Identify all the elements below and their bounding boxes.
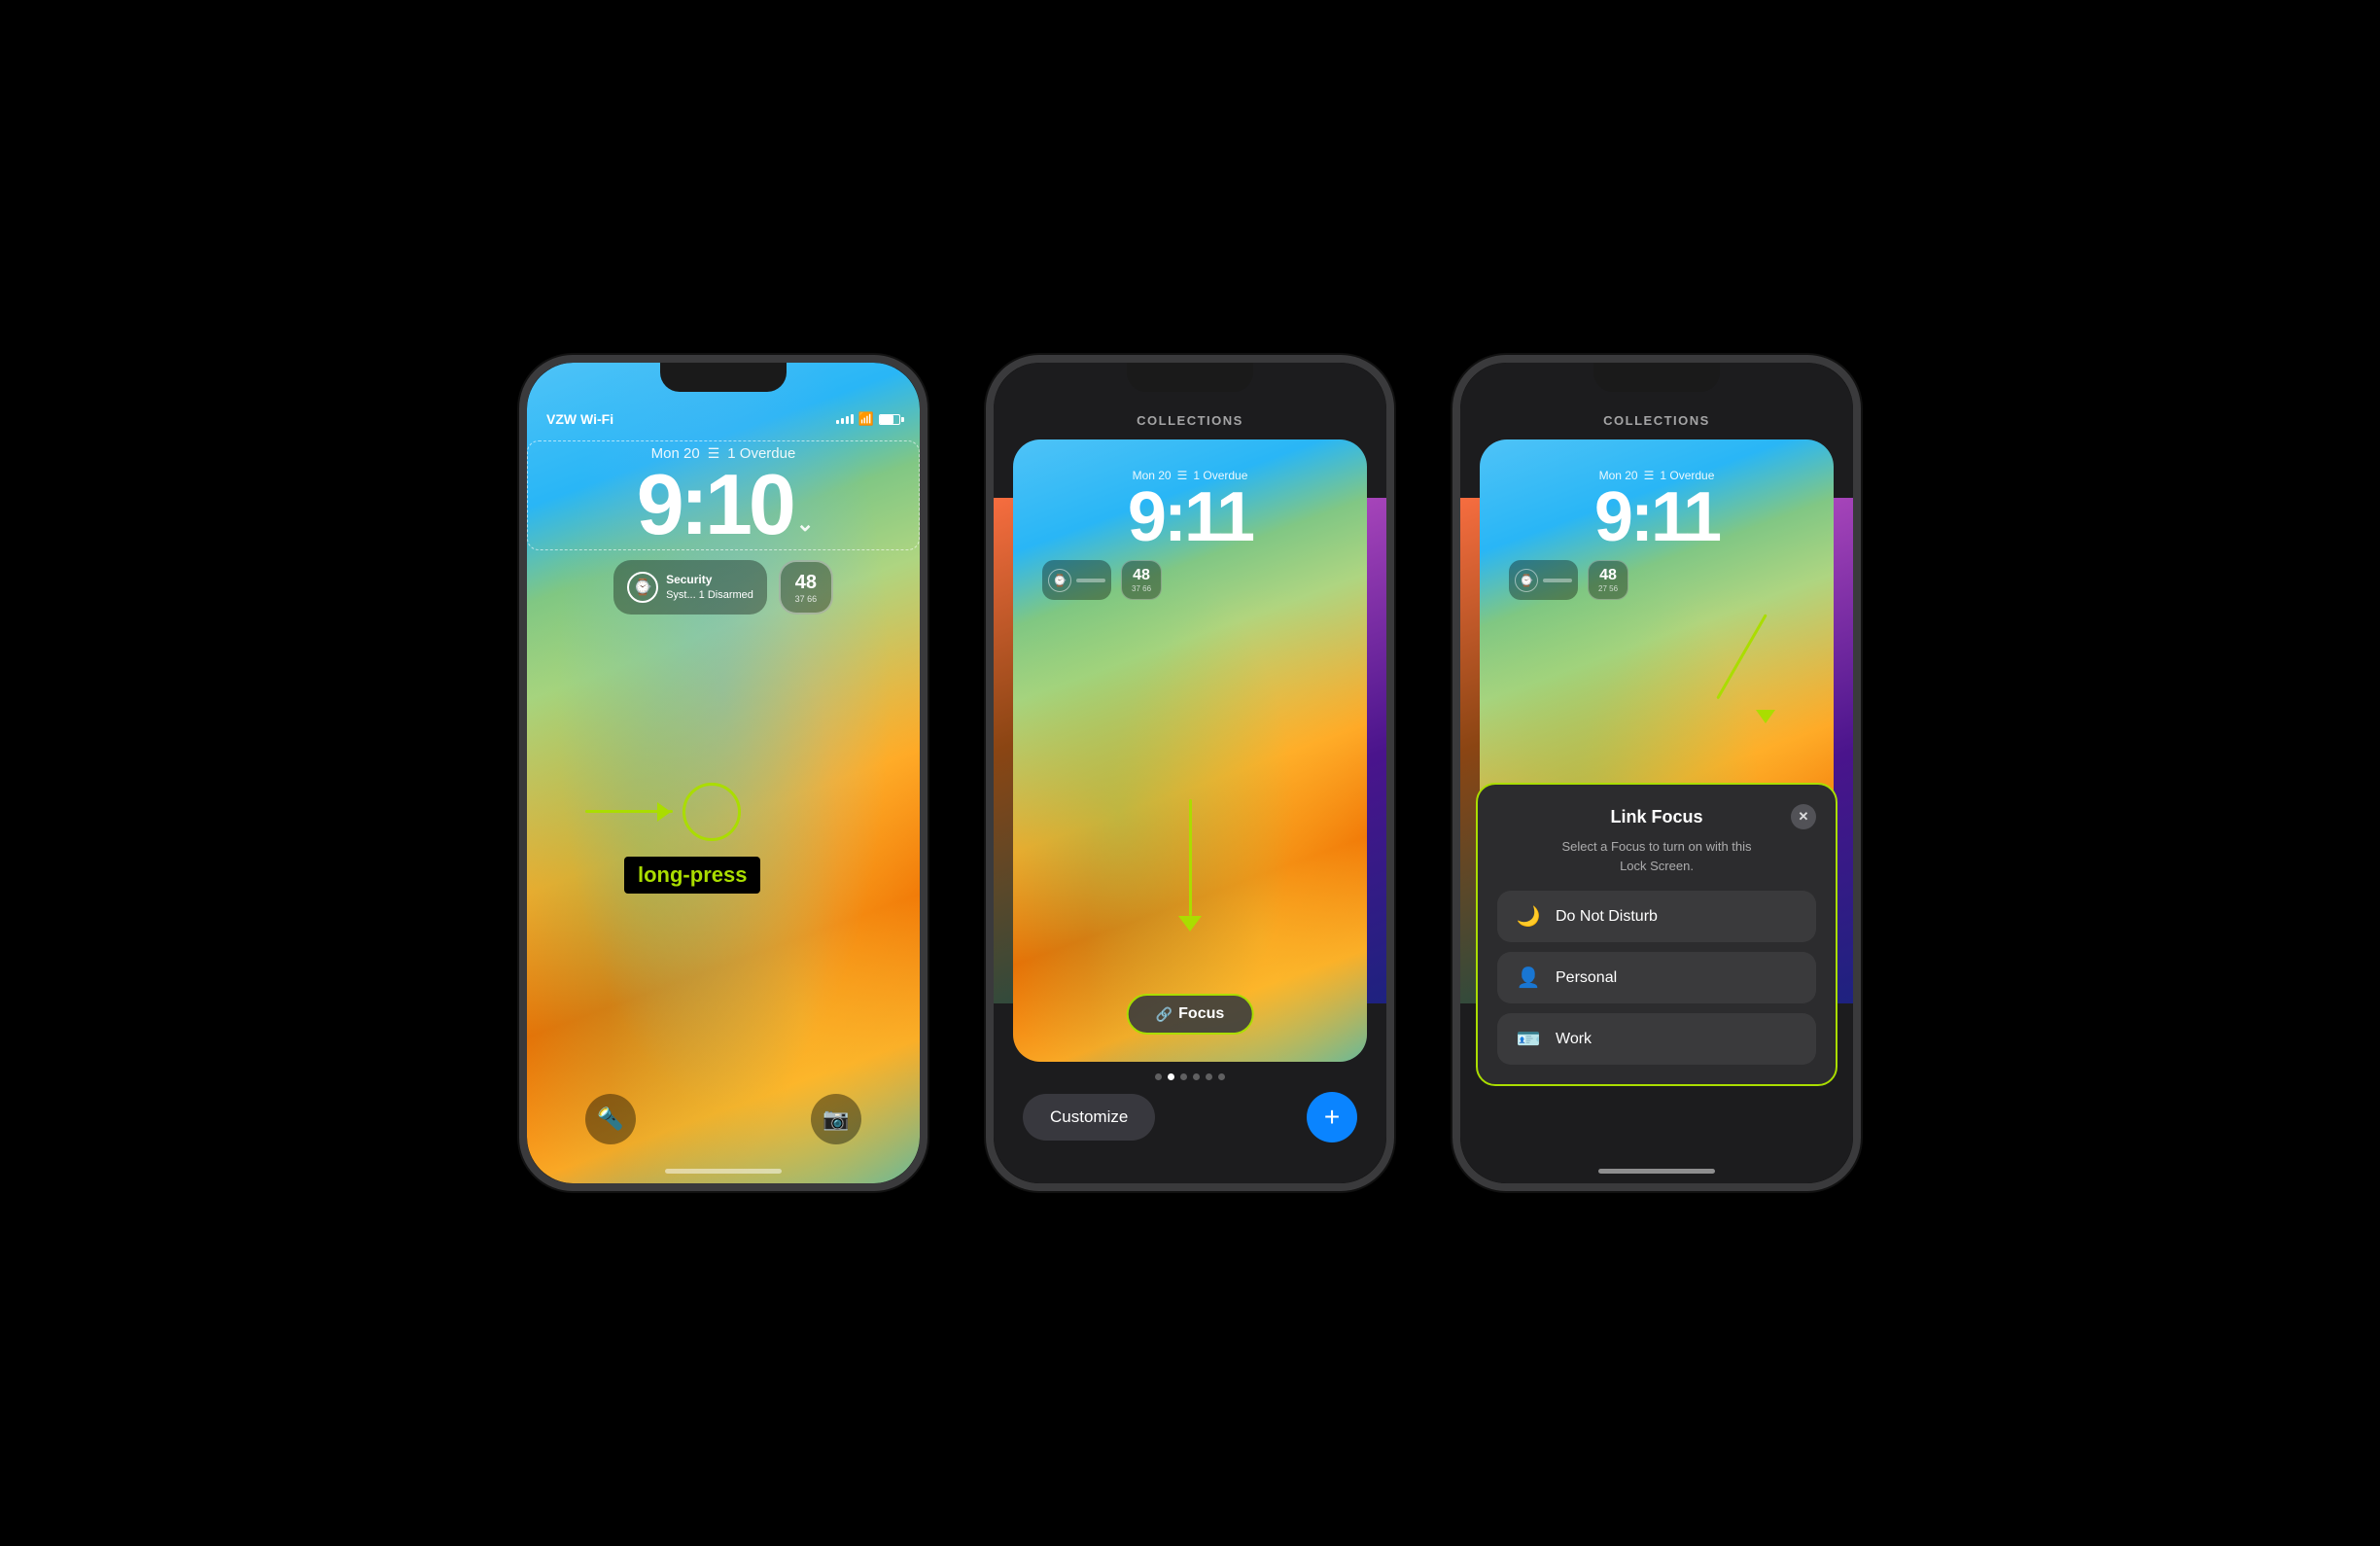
date-widget: Mon 20 ☰ 1 Overdue 9:10 ⌄: [527, 440, 920, 550]
security-text: Security Syst... 1 Disarmed: [666, 572, 753, 603]
security-widget: ⌚ Security Syst... 1 Disarmed: [613, 560, 767, 615]
mini-lockscreen-2: Mon 20 ☰ 1 Overdue 9:11 ⌚: [1013, 439, 1367, 1062]
link-focus-title: Link Focus: [1522, 807, 1791, 827]
time-chevron-icon: ⌄: [796, 513, 810, 535]
mini-watch-icon: ⌚: [1048, 569, 1071, 592]
work-icon: 🪪: [1515, 1027, 1542, 1051]
phone-2: COLLECTIONS Mon 20 ☰ 1 Overdue: [986, 355, 1394, 1191]
mini-time-2: 9:11: [1128, 482, 1252, 552]
watch-icon: ⌚: [627, 572, 658, 603]
carrier-label: VZW Wi-Fi: [546, 411, 613, 427]
mini-widgets-3: ⌚ 48 27 56: [1480, 560, 1834, 600]
phone-1: VZW Wi-Fi 📶: [519, 355, 928, 1191]
work-label: Work: [1556, 1031, 1592, 1048]
target-circle: [682, 783, 741, 841]
signal-icon: [836, 414, 854, 424]
close-button[interactable]: ✕: [1791, 804, 1816, 829]
do-not-disturb-label: Do Not Disturb: [1556, 908, 1658, 926]
moon-icon: 🌙: [1515, 904, 1542, 929]
camera-button[interactable]: 📷: [811, 1094, 861, 1144]
wifi-icon: 📶: [858, 411, 874, 427]
focus-option-do-not-disturb[interactable]: 🌙 Do Not Disturb: [1497, 891, 1816, 942]
long-press-label: long-press: [624, 857, 760, 894]
battery-icon: [879, 414, 900, 425]
main-carousel-card[interactable]: Mon 20 ☰ 1 Overdue 9:11 ⌚: [1013, 439, 1367, 1062]
status-bar-1: VZW Wi-Fi 📶: [527, 363, 920, 433]
link-icon: 🔗: [1156, 1006, 1172, 1023]
mini-watch-icon-3: ⌚: [1515, 569, 1538, 592]
arrow-annotation: [585, 810, 673, 813]
person-icon: 👤: [1515, 966, 1542, 990]
focus-button[interactable]: 🔗 Focus: [1127, 994, 1254, 1035]
collections-header-3: COLLECTIONS: [1460, 363, 1853, 428]
add-button[interactable]: +: [1307, 1092, 1357, 1142]
focus-option-personal[interactable]: 👤 Personal: [1497, 952, 1816, 1003]
flashlight-button[interactable]: 🔦: [585, 1094, 636, 1144]
status-icons: 📶: [836, 411, 900, 427]
collections-carousel-2: Mon 20 ☰ 1 Overdue 9:11 ⌚: [1013, 439, 1367, 1062]
phone-3: COLLECTIONS Mon 20 ☰ 1 Overdue: [1452, 355, 1861, 1191]
collections-footer-2: Customize +: [994, 1080, 1386, 1154]
link-focus-panel: Link Focus ✕ Select a Focus to turn on w…: [1476, 783, 1838, 1086]
link-focus-subtitle: Select a Focus to turn on with thisLock …: [1497, 837, 1816, 875]
temp-widget: 48 37 66: [779, 560, 833, 615]
time-display: 9:10 ⌄: [540, 462, 907, 547]
customize-button[interactable]: Customize: [1023, 1094, 1155, 1141]
home-indicator: [665, 1169, 782, 1174]
mini-widgets-2: ⌚ 48 37 66: [1013, 560, 1367, 600]
widgets-row: ⌚ Security Syst... 1 Disarmed 48 37 66: [527, 560, 920, 615]
link-focus-header: Link Focus ✕: [1497, 804, 1816, 829]
mini-time-3: 9:11: [1594, 482, 1719, 552]
dot-indicators-2: [994, 1073, 1386, 1080]
personal-label: Personal: [1556, 969, 1617, 987]
home-indicator-3: [1598, 1169, 1715, 1174]
collections-header-2: COLLECTIONS: [994, 363, 1386, 428]
down-arrow-annotation: [1178, 799, 1202, 931]
arrow-to-panel-annotation: [1756, 615, 1775, 723]
focus-option-work[interactable]: 🪪 Work: [1497, 1013, 1816, 1065]
bottom-controls: 🔦 📷: [527, 1094, 920, 1144]
